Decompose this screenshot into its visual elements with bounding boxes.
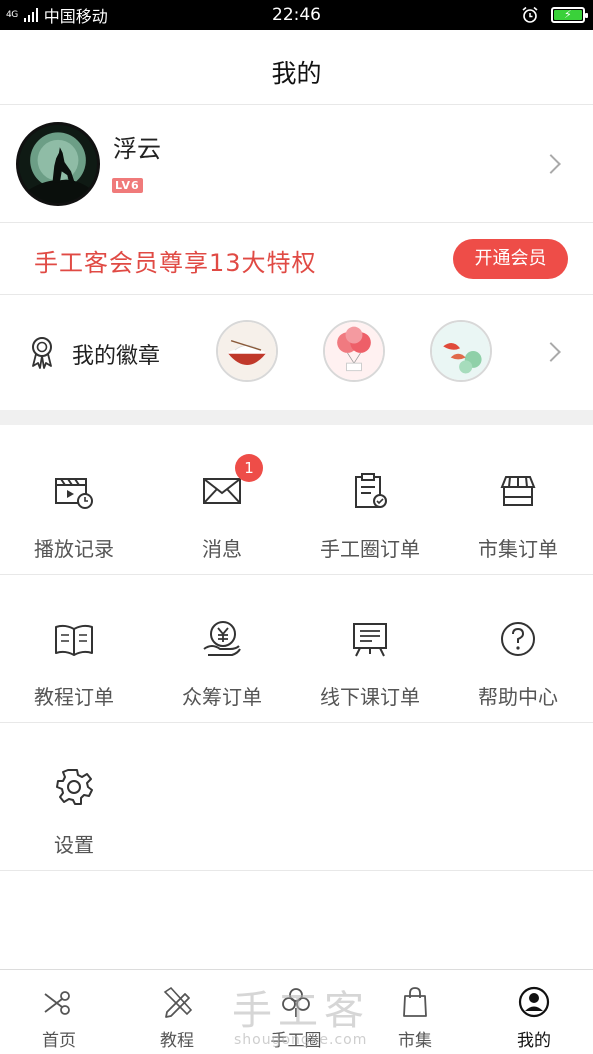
menu-row-3: 设置 [0, 723, 593, 871]
avatar[interactable] [16, 122, 100, 206]
tab-circle[interactable]: 手工圈 [237, 970, 355, 1054]
book-icon [55, 624, 93, 656]
badge-medal-fish[interactable] [430, 320, 492, 382]
store-icon [500, 476, 536, 506]
tab-label: 市集 [398, 1031, 432, 1051]
message-count-badge: 1 [235, 454, 263, 482]
board-icon [353, 623, 387, 657]
badge-medal-bowl[interactable] [216, 320, 278, 382]
menu-messages[interactable]: 消息 [148, 427, 296, 574]
open-vip-button[interactable]: 开通会员 [453, 239, 568, 279]
menu-label: 线下课订单 [320, 685, 420, 709]
menu-label: 帮助中心 [478, 685, 558, 709]
play-history-icon [55, 478, 93, 509]
vip-promo-text: 手工客会员尊享13大特权 [34, 249, 317, 277]
mail-icon [203, 478, 241, 504]
badges-label: 我的徽章 [72, 344, 161, 369]
badge-medal-balloons[interactable] [323, 320, 385, 382]
tab-home[interactable]: 首页 [0, 970, 118, 1054]
user-circle-icon [518, 986, 550, 1018]
tab-tutorials[interactable]: 教程 [118, 970, 236, 1054]
flower-icon [282, 988, 310, 1017]
page-title: 我的 [271, 59, 322, 88]
menu-row-1: 播放记录 消息 手工圈订单 市集订单 [0, 427, 593, 575]
menu-label: 市集订单 [478, 537, 558, 561]
clipboard-icon [355, 473, 387, 508]
gear-icon [56, 769, 93, 805]
status-bar: 4G 中国移动 22:46 ⚡ [0, 0, 593, 30]
chevron-right-icon[interactable] [541, 154, 561, 174]
menu-crowdfunding-orders[interactable]: 众筹订单 [148, 575, 296, 722]
menu-label: 众筹订单 [182, 685, 262, 709]
menu-label: 播放记录 [34, 537, 114, 561]
pencil-ruler-icon [163, 986, 193, 1018]
shopping-bag-icon [403, 987, 427, 1017]
tab-label: 手工圈 [270, 1031, 322, 1051]
alarm-icon [522, 6, 538, 23]
tab-label: 我的 [517, 1031, 551, 1051]
menu-circle-orders[interactable]: 手工圈订单 [296, 427, 444, 574]
menu-play-history[interactable]: 播放记录 [0, 427, 148, 574]
tab-label: 教程 [160, 1031, 194, 1051]
tab-market[interactable]: 市集 [356, 970, 474, 1054]
username: 浮云 [113, 135, 161, 163]
level-badge: LV6 [112, 178, 143, 193]
menu-label: 消息 [202, 537, 242, 561]
profile-row[interactable]: 浮云 LV6 [0, 105, 593, 223]
menu-label: 教程订单 [34, 685, 114, 709]
menu-offline-class-orders[interactable]: 线下课订单 [296, 575, 444, 722]
tab-mine[interactable]: 我的 [475, 970, 593, 1054]
award-ribbon-icon [32, 337, 52, 369]
chevron-right-icon[interactable] [541, 342, 561, 362]
yuan-hand-icon [203, 621, 241, 656]
battery-icon: ⚡ [551, 7, 588, 23]
menu-row-2: 教程订单 众筹订单 线下课订单 帮助中心 [0, 575, 593, 723]
status-time: 22:46 [272, 5, 321, 25]
section-divider [0, 410, 593, 425]
page-header: 我的 [0, 30, 593, 105]
menu-label: 手工圈订单 [320, 537, 420, 561]
menu-help-center[interactable]: 帮助中心 [444, 575, 592, 722]
menu-settings[interactable]: 设置 [0, 723, 148, 870]
badges-row[interactable]: 我的徽章 [0, 295, 593, 410]
tab-label: 首页 [42, 1031, 76, 1051]
menu-market-orders[interactable]: 市集订单 [444, 427, 592, 574]
scissors-icon [44, 991, 70, 1015]
question-icon [501, 622, 535, 656]
menu-tutorial-orders[interactable]: 教程订单 [0, 575, 148, 722]
bottom-tab-bar: 首页 教程 手工圈 市集 我的 [0, 969, 593, 1054]
menu-label: 设置 [54, 833, 94, 857]
vip-banner: 手工客会员尊享13大特权 开通会员 [0, 223, 593, 295]
